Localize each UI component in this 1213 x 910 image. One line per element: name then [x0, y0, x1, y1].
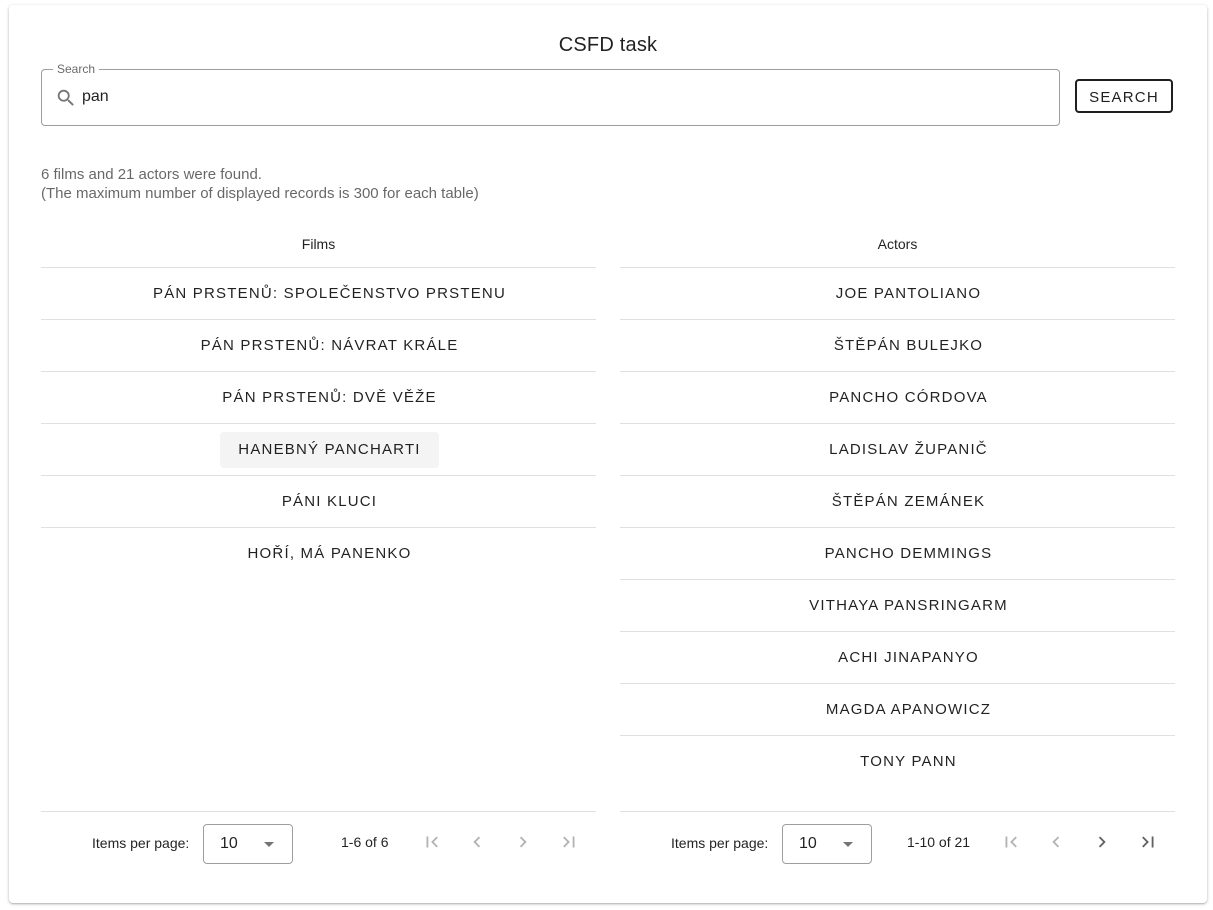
caret-down-icon	[264, 842, 274, 847]
table-row: TONY PANN	[620, 736, 1175, 787]
actors-header: Actors	[620, 222, 1175, 268]
main-card: CSFD task Search SEARCH 6 films and 21 a…	[9, 5, 1207, 903]
film-link[interactable]: HOŘÍ, MÁ PANENKO	[230, 536, 430, 572]
actor-link[interactable]: PANCHO CÓRDOVA	[811, 380, 1006, 416]
table-row: MAGDA APANOWICZ	[620, 684, 1175, 736]
table-row: HOŘÍ, MÁ PANENKO	[41, 528, 596, 579]
first-page-icon[interactable]	[421, 831, 443, 853]
result-count-text: 6 films and 21 actors were found.	[41, 166, 262, 183]
film-link[interactable]: PÁN PRSTENŮ: NÁVRAT KRÁLE	[183, 328, 477, 364]
result-info: 6 films and 21 actors were found. (The m…	[41, 165, 479, 203]
actor-link[interactable]: PANCHO DEMMINGS	[807, 536, 1011, 572]
table-row: PANCHO CÓRDOVA	[620, 372, 1175, 424]
page-size-value: 10	[220, 835, 238, 852]
table-row: PÁN PRSTENŮ: DVĚ VĚŽE	[41, 372, 596, 424]
actor-link[interactable]: TONY PANN	[842, 744, 975, 780]
search-field[interactable]: Search	[41, 61, 1060, 126]
page-size-value: 10	[799, 835, 817, 852]
table-row: PÁN PRSTENŮ: NÁVRAT KRÁLE	[41, 320, 596, 372]
search-input[interactable]	[82, 84, 1042, 110]
page-size-select[interactable]: 10	[203, 824, 293, 864]
table-row: ŠTĚPÁN BULEJKO	[620, 320, 1175, 372]
actors-table: Actors JOE PANTOLIANO ŠTĚPÁN BULEJKO PAN…	[620, 222, 1175, 787]
chevron-right-icon[interactable]	[512, 831, 534, 853]
page-range-label: 1-6 of 6	[341, 834, 389, 850]
page-title: CSFD task	[558, 34, 658, 56]
page-size-select[interactable]: 10	[782, 824, 872, 864]
table-row: LADISLAV ŽUPANIČ	[620, 424, 1175, 476]
chevron-left-icon[interactable]	[1045, 831, 1067, 853]
table-row: ACHI JINAPANYO	[620, 632, 1175, 684]
result-limit-text: (The maximum number of displayed records…	[41, 185, 479, 202]
actor-link[interactable]: ACHI JINAPANYO	[820, 640, 997, 676]
actors-paginator: Items per page: 10 1-10 of 21	[620, 811, 1175, 872]
table-row: VITHAYA PANSRINGARM	[620, 580, 1175, 632]
chevron-right-icon[interactable]	[1091, 831, 1113, 853]
table-row: ŠTĚPÁN ZEMÁNEK	[620, 476, 1175, 528]
film-link[interactable]: PÁN PRSTENŮ: DVĚ VĚŽE	[204, 380, 454, 416]
actor-link[interactable]: JOE PANTOLIANO	[818, 276, 999, 312]
actor-link[interactable]: VITHAYA PANSRINGARM	[791, 588, 1026, 624]
table-row: PÁN PRSTENŮ: SPOLEČENSTVO PRSTENU	[41, 268, 596, 320]
search-icon	[55, 87, 77, 109]
first-page-icon[interactable]	[1000, 831, 1022, 853]
table-row: HANEBNÝ PANCHARTI	[41, 424, 596, 476]
items-per-page-label: Items per page:	[92, 835, 190, 851]
films-header: Films	[41, 222, 596, 268]
films-paginator: Items per page: 10 1-6 of 6	[41, 811, 596, 872]
actor-link[interactable]: MAGDA APANOWICZ	[808, 692, 1009, 728]
chevron-left-icon[interactable]	[466, 831, 488, 853]
caret-down-icon	[843, 842, 853, 847]
table-row: PANCHO DEMMINGS	[620, 528, 1175, 580]
film-link[interactable]: PÁNI KLUCI	[264, 484, 395, 520]
film-link[interactable]: HANEBNÝ PANCHARTI	[220, 431, 439, 468]
items-per-page-label: Items per page:	[671, 835, 769, 851]
last-page-icon[interactable]	[558, 831, 580, 853]
search-button[interactable]: SEARCH	[1075, 79, 1173, 113]
actor-link[interactable]: ŠTĚPÁN BULEJKO	[816, 328, 1001, 364]
actor-link[interactable]: LADISLAV ŽUPANIČ	[811, 432, 1006, 468]
page-range-label: 1-10 of 21	[907, 834, 971, 850]
last-page-icon[interactable]	[1137, 831, 1159, 853]
table-row: PÁNI KLUCI	[41, 476, 596, 528]
search-legend: Search	[53, 61, 100, 77]
film-link[interactable]: PÁN PRSTENŮ: SPOLEČENSTVO PRSTENU	[135, 276, 524, 312]
table-row: JOE PANTOLIANO	[620, 268, 1175, 320]
films-table: Films PÁN PRSTENŮ: SPOLEČENSTVO PRSTENU …	[41, 222, 596, 579]
actor-link[interactable]: ŠTĚPÁN ZEMÁNEK	[814, 484, 1004, 520]
